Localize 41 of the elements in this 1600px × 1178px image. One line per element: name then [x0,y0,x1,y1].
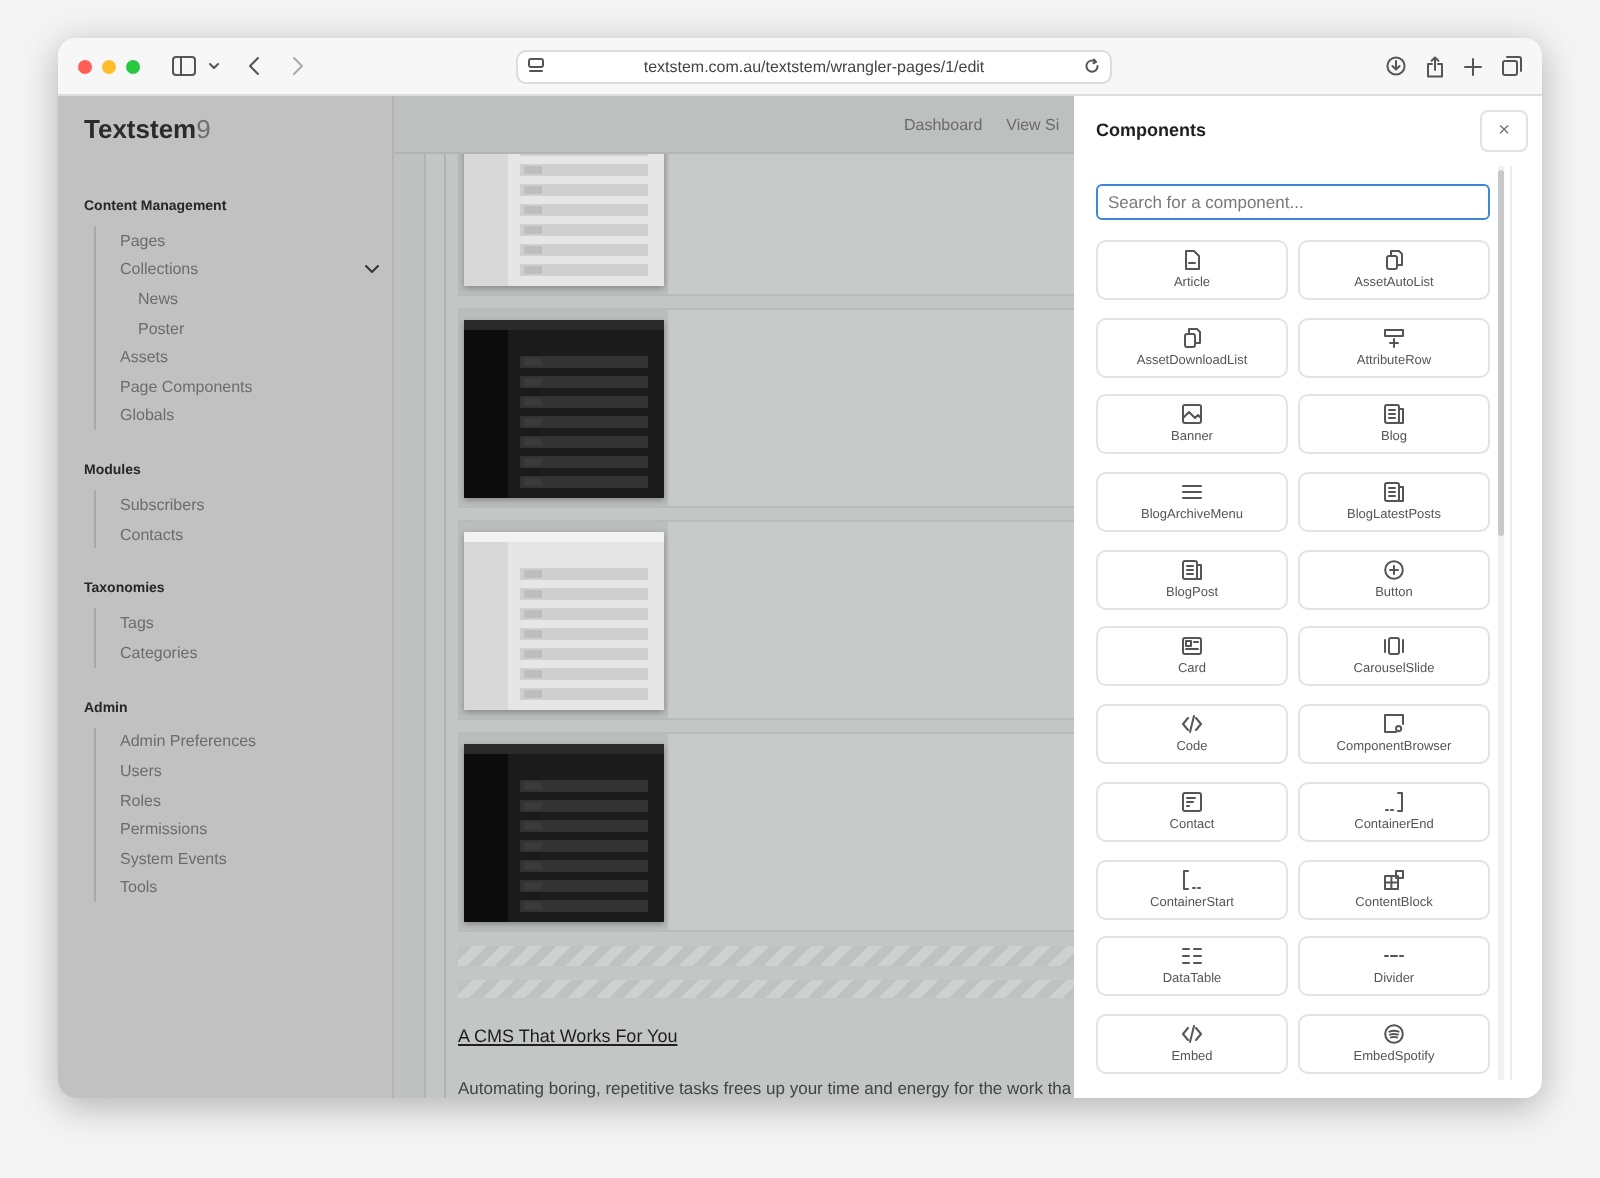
code-icon [1182,714,1202,735]
search-field[interactable]: Search for a component... [1096,184,1490,220]
bracket-icon [1182,869,1202,889]
plus-circle-icon [1384,559,1404,580]
url-text: textstem.com.au/textstem/wrangler-pages/1/edit [641,57,987,75]
copy-icon [1182,327,1202,348]
id-card-icon [1182,636,1202,657]
chevron-down-icon[interactable] [364,264,380,275]
address-bar[interactable]: textstem.com.au/textstem/wrangler-pages/1/edit [516,49,1112,83]
document-icon [1182,250,1202,270]
newspaper-icon [1384,482,1404,503]
frame-search-icon [1384,714,1404,735]
newspaper-icon [1384,404,1404,425]
brand-logo: Textstem9 [84,114,213,144]
image-icon [1182,404,1202,425]
plus-icon[interactable] [1464,57,1482,75]
newspaper-icon [1182,559,1202,580]
paragraph: Automating boring, repetitive tasks frees up your time and energy for the work tha [458,1078,1072,1098]
download-icon[interactable] [1386,56,1406,76]
waves-circle-icon [1384,1023,1404,1044]
heading-link[interactable]: A CMS That Works For You [458,1026,678,1046]
carousel-icon [1384,636,1404,657]
bracket-icon [1384,791,1404,812]
share-icon[interactable] [1426,55,1444,77]
scrollbar-thumb[interactable] [1498,170,1504,536]
menu-icon [1182,482,1202,503]
sidebar-toggle-icon[interactable] [172,56,196,76]
page-icon [528,58,544,74]
copy-icon [1384,250,1404,270]
blocks-icon [1384,869,1404,889]
close-button[interactable]: × [1480,109,1528,151]
row-plus-icon [1384,327,1404,348]
reload-icon[interactable] [1084,58,1100,74]
code-icon [1182,1023,1202,1044]
table-icon [1182,946,1202,967]
tabs-icon[interactable] [1502,56,1522,76]
back-icon[interactable] [248,56,260,76]
close-window-icon[interactable] [78,59,92,73]
chevron-down-icon[interactable] [208,62,220,70]
form-icon [1182,791,1202,812]
panel-title: Components [1096,120,1206,140]
